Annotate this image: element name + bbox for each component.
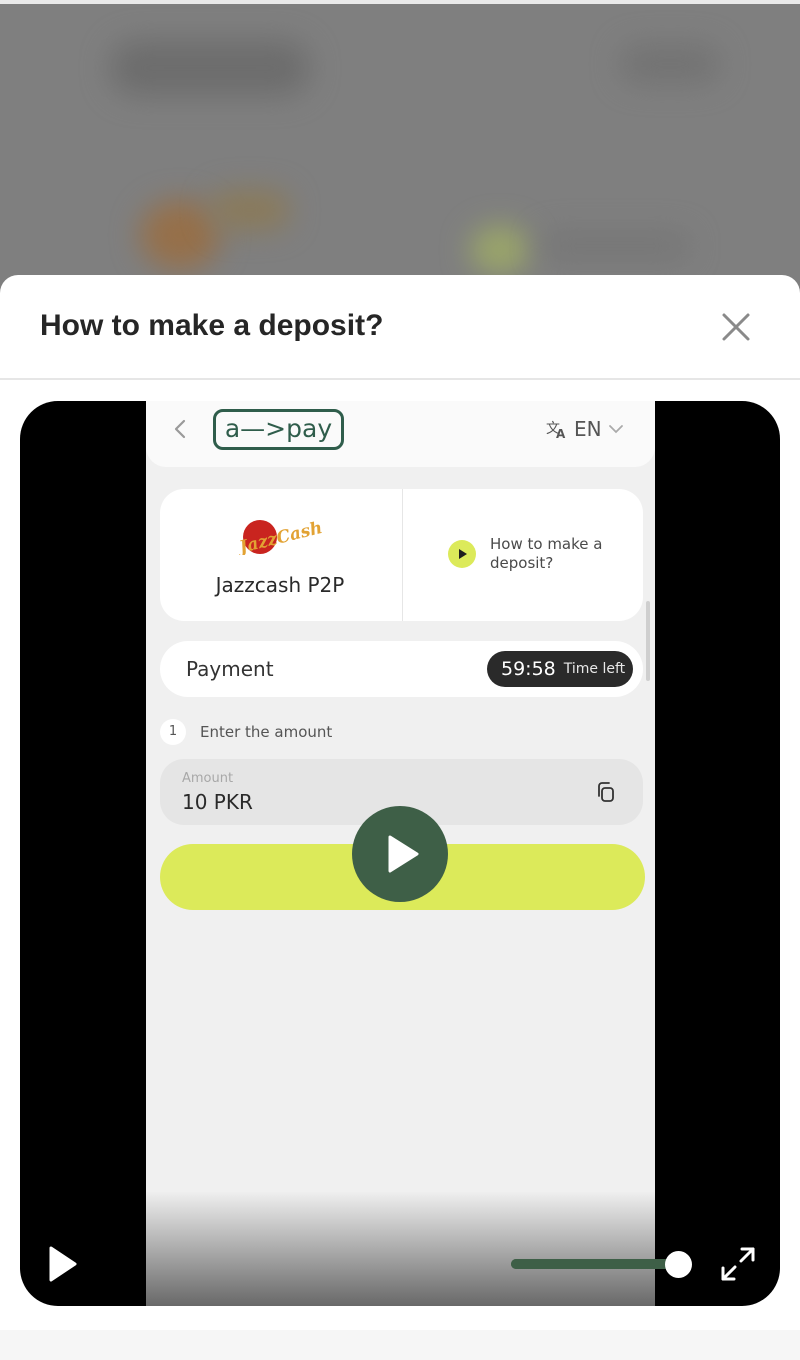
language-selector: 文 A EN — [546, 416, 624, 442]
language-label: EN — [574, 417, 602, 441]
close-button[interactable] — [716, 307, 756, 347]
modal-title: How to make a deposit? — [40, 309, 384, 342]
blurred-logo — [140, 200, 220, 270]
controls-gradient — [146, 1191, 655, 1306]
deposit-howto-modal: How to make a deposit? a—>pay 文 A EN Jaz… — [0, 275, 800, 1360]
payment-method-card: JazzCash Jazzcash P2P How to make a depo… — [160, 489, 650, 681]
video-player[interactable]: a—>pay 文 A EN JazzCash Jazzcash P2P How … — [20, 401, 780, 1306]
blurred-header-block — [110, 40, 310, 96]
blurred-logo-text — [210, 190, 290, 230]
apay-logo: a—>pay — [213, 409, 344, 450]
method-name: Jazzcash P2P — [215, 573, 345, 597]
payment-label: Payment — [186, 657, 274, 681]
howto-link: How to make a deposit? — [448, 535, 610, 573]
volume-level — [511, 1259, 679, 1269]
blurred-text — [540, 232, 690, 260]
timer-value: 59:58 — [501, 658, 556, 680]
card-divider — [402, 489, 403, 621]
translate-icon: 文 A — [546, 421, 566, 439]
volume-slider[interactable] — [511, 1259, 679, 1269]
amount-value: 10 PKR — [182, 790, 253, 814]
svg-text:JazzCash: JazzCash — [234, 518, 324, 555]
top-line — [0, 0, 800, 4]
timer-label: Time left — [563, 661, 626, 677]
volume-knob[interactable] — [664, 1251, 692, 1278]
countdown-timer: 59:58 Time left — [487, 651, 633, 687]
modal-bottom-area — [0, 1330, 800, 1360]
chevron-left-icon — [174, 419, 186, 439]
howto-text: How to make a deposit? — [490, 535, 603, 572]
jazzcash-logo: JazzCash — [234, 518, 324, 555]
play-icon — [388, 835, 419, 873]
blurred-header-button — [620, 44, 720, 84]
video-app-bar: a—>pay 文 A EN — [146, 401, 655, 467]
play-pause-button[interactable] — [48, 1245, 78, 1283]
big-play-button[interactable] — [352, 806, 448, 902]
step-row: 1 Enter the amount — [160, 719, 332, 745]
step-number: 1 — [160, 719, 186, 745]
scrollbar — [646, 601, 650, 681]
play-icon — [448, 540, 476, 568]
payment-row: Payment 59:58 Time left — [160, 641, 643, 697]
step-text: Enter the amount — [200, 723, 333, 741]
chevron-down-icon — [608, 425, 623, 434]
copy-icon — [598, 782, 614, 802]
fullscreen-icon[interactable] — [720, 1246, 756, 1282]
modal-header: How to make a deposit? — [0, 275, 800, 380]
close-icon — [722, 313, 750, 341]
amount-label: Amount — [182, 771, 234, 786]
blurred-icon — [470, 225, 530, 275]
svg-text:A: A — [556, 427, 566, 439]
